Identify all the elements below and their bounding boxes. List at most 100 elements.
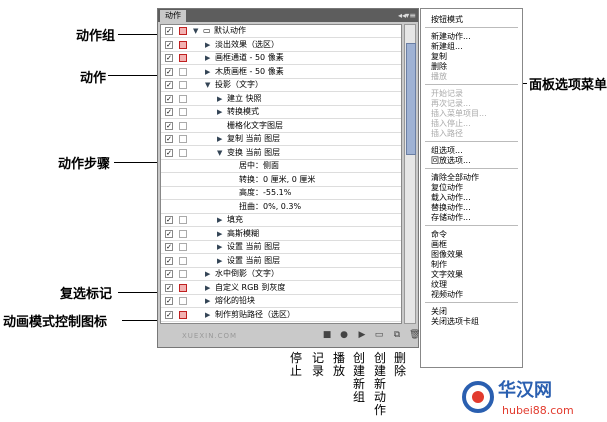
toggle-checkbox[interactable]: ✓ xyxy=(165,121,173,130)
collapsed-triangle-icon[interactable]: ▶ xyxy=(217,133,222,145)
dialog-toggle[interactable] xyxy=(179,283,187,292)
menu-item[interactable]: 组选项... xyxy=(431,146,463,156)
collapsed-triangle-icon[interactable]: ▶ xyxy=(217,106,222,118)
collapsed-triangle-icon[interactable]: ▶ xyxy=(205,39,210,51)
menu-item[interactable]: 画框 xyxy=(431,240,447,250)
toggle-checkbox[interactable]: ✓ xyxy=(165,40,173,49)
menu-item[interactable]: 按钮模式 xyxy=(431,15,463,25)
dialog-toggle[interactable] xyxy=(179,94,187,103)
menu-item[interactable]: 替换动作... xyxy=(431,203,471,213)
record-icon[interactable]: ● xyxy=(339,330,349,340)
action-row[interactable]: ✓ ▶ 建立 快照 xyxy=(161,93,401,106)
collapsed-triangle-icon[interactable]: ▶ xyxy=(205,52,210,64)
menu-item[interactable]: 视频动作 xyxy=(431,290,463,300)
action-row[interactable]: ✓ ▼ ▭ 默认动作 xyxy=(161,25,401,38)
collapsed-triangle-icon[interactable]: ▶ xyxy=(217,214,222,226)
menu-item[interactable]: 图像效果 xyxy=(431,250,463,260)
scrollbar-thumb[interactable] xyxy=(406,43,416,155)
new-set-icon[interactable]: ▭ xyxy=(374,330,384,340)
action-row[interactable]: ✓ ▼ 变换 当前 图层 xyxy=(161,147,401,160)
collapsed-triangle-icon[interactable]: ▶ xyxy=(205,309,210,321)
toggle-checkbox[interactable]: ✓ xyxy=(165,297,173,305)
toggle-checkbox[interactable]: ✓ xyxy=(165,67,173,76)
action-row[interactable]: ✓ ▶ 设置 当前 图层 xyxy=(161,241,401,254)
action-row[interactable]: 扭曲：0%, 0.3% xyxy=(161,201,401,214)
dialog-toggle[interactable] xyxy=(179,135,187,143)
tab-actions[interactable]: 动作 xyxy=(160,10,186,22)
action-row[interactable]: ✓ ▶ 木质画框 - 50 像素 xyxy=(161,66,401,79)
menu-item[interactable]: 删除 xyxy=(431,62,447,72)
trash-icon[interactable]: 🗑 xyxy=(409,330,420,340)
dialog-toggle[interactable] xyxy=(179,270,187,278)
dialog-toggle[interactable] xyxy=(179,40,187,49)
expanded-triangle-icon[interactable]: ▼ xyxy=(217,147,222,159)
new-action-icon[interactable]: ⧉ xyxy=(392,330,402,340)
dialog-toggle[interactable] xyxy=(179,81,187,89)
collapsed-triangle-icon[interactable]: ▶ xyxy=(205,295,210,307)
dialog-toggle[interactable] xyxy=(179,27,187,35)
action-row[interactable]: ✓ ▼ 投影（文字） xyxy=(161,79,401,92)
action-row[interactable]: ✓ ▶ 复制 当前 图层 xyxy=(161,133,401,146)
collapsed-triangle-icon[interactable]: ▶ xyxy=(217,241,222,253)
toggle-checkbox[interactable]: ✓ xyxy=(165,270,173,278)
toggle-checkbox[interactable]: ✓ xyxy=(165,229,173,238)
menu-item[interactable]: 存储动作... xyxy=(431,213,471,223)
dialog-toggle[interactable] xyxy=(179,121,187,130)
expanded-triangle-icon[interactable]: ▼ xyxy=(205,79,210,91)
expanded-triangle-icon[interactable]: ▼ xyxy=(193,25,198,37)
menu-item[interactable]: 关闭 xyxy=(431,307,447,317)
toggle-checkbox[interactable]: ✓ xyxy=(165,108,173,116)
dialog-toggle[interactable] xyxy=(179,148,187,157)
collapsed-triangle-icon[interactable]: ▶ xyxy=(217,255,222,267)
menu-item[interactable]: 命令 xyxy=(431,230,447,240)
collapsed-triangle-icon[interactable]: ▶ xyxy=(205,282,210,294)
action-row[interactable]: ✓ ▶ 高斯模糊 xyxy=(161,228,401,241)
toggle-checkbox[interactable]: ✓ xyxy=(165,27,173,35)
action-row[interactable]: 转换：0 厘米, 0 厘米 xyxy=(161,174,401,187)
menu-item[interactable]: 制作 xyxy=(431,260,447,270)
collapsed-triangle-icon[interactable]: ▶ xyxy=(205,66,210,78)
action-row[interactable]: ✓ 栅格化文字图层 xyxy=(161,120,401,133)
action-row[interactable]: 高度：-55.1% xyxy=(161,187,401,200)
action-row[interactable]: ✓ ▶ 转换模式 xyxy=(161,106,401,119)
toggle-checkbox[interactable]: ✓ xyxy=(165,81,173,89)
panel-menu-icon[interactable]: ▾≡ xyxy=(405,10,416,21)
dialog-toggle[interactable] xyxy=(179,229,187,238)
menu-item[interactable]: 复位动作 xyxy=(431,183,463,193)
menu-item[interactable]: 载入动作... xyxy=(431,193,471,203)
toggle-checkbox[interactable]: ✓ xyxy=(165,54,173,62)
stop-icon[interactable]: ■ xyxy=(322,330,332,340)
dialog-toggle[interactable] xyxy=(179,67,187,76)
action-row[interactable]: ✓ ▶ 熔化的铅块 xyxy=(161,295,401,308)
action-row[interactable]: ✓ ▶ 淡出效果（选区） xyxy=(161,39,401,52)
dialog-toggle[interactable] xyxy=(179,108,187,116)
toggle-checkbox[interactable]: ✓ xyxy=(165,283,173,292)
dialog-toggle[interactable] xyxy=(179,54,187,62)
toggle-checkbox[interactable]: ✓ xyxy=(165,216,173,224)
collapsed-triangle-icon[interactable]: ▶ xyxy=(205,268,210,280)
menu-item[interactable]: 复制 xyxy=(431,52,447,62)
toggle-checkbox[interactable]: ✓ xyxy=(165,94,173,103)
menu-item[interactable]: 关闭选项卡组 xyxy=(431,317,479,327)
dialog-toggle[interactable] xyxy=(179,243,187,251)
action-row[interactable]: ✓ ▶ 制作剪贴路径（选区） xyxy=(161,309,401,322)
action-row[interactable]: ✓ ▶ 水中倒影（文字） xyxy=(161,268,401,281)
menu-item[interactable]: 新建动作... xyxy=(431,32,471,42)
play-icon[interactable]: ▶ xyxy=(357,330,367,340)
scrollbar[interactable] xyxy=(404,24,416,324)
collapsed-triangle-icon[interactable]: ▶ xyxy=(217,228,222,240)
toggle-checkbox[interactable]: ✓ xyxy=(165,310,173,319)
toggle-checkbox[interactable]: ✓ xyxy=(165,135,173,143)
menu-item[interactable]: 新建组... xyxy=(431,42,463,52)
dialog-toggle[interactable] xyxy=(179,256,187,265)
action-row[interactable]: ✓ ▶ 填充 xyxy=(161,214,401,227)
toggle-checkbox[interactable]: ✓ xyxy=(165,256,173,265)
dialog-toggle[interactable] xyxy=(179,310,187,319)
menu-item[interactable]: 文字效果 xyxy=(431,270,463,280)
toggle-checkbox[interactable]: ✓ xyxy=(165,243,173,251)
action-row[interactable]: 居中：侧面 xyxy=(161,160,401,173)
menu-item[interactable]: 清除全部动作 xyxy=(431,173,479,183)
menu-item[interactable]: 回放选项... xyxy=(431,156,471,166)
dialog-toggle[interactable] xyxy=(179,216,187,224)
dialog-toggle[interactable] xyxy=(179,297,187,305)
